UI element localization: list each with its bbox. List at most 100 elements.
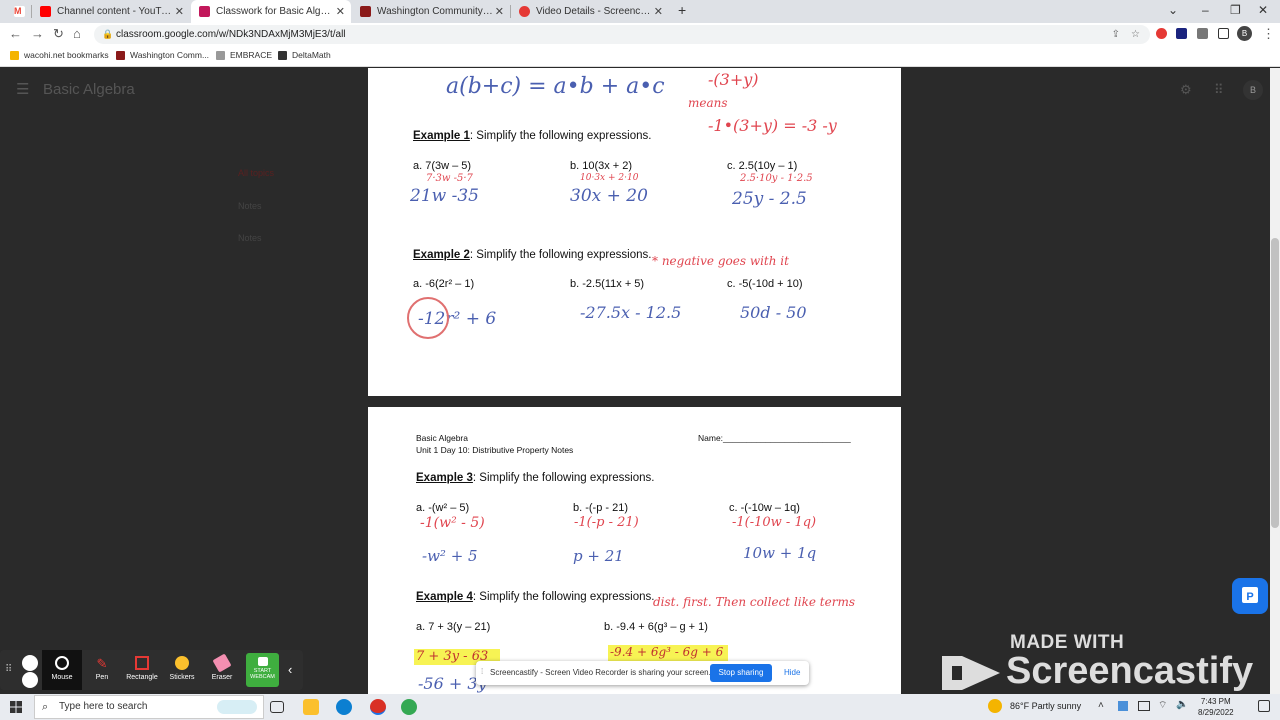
chrome-profile-icon[interactable] — [401, 699, 417, 715]
red-note: dist. first. Then collect like terms — [653, 595, 855, 609]
answer-2b: -27.5x - 12.5 — [580, 303, 682, 322]
pause-icon[interactable] — [22, 655, 38, 671]
page-viewport: ☰ Basic Algebra All topics Notes Notes ⚙… — [0, 68, 1280, 694]
drag-handle-icon[interactable]: ⠿ — [5, 664, 12, 675]
sc-pen-tool[interactable]: ✎ Pen — [82, 650, 122, 690]
volume-icon[interactable]: 🔈 — [1176, 699, 1188, 710]
problem-3b: b. -(-p - 21) — [573, 502, 629, 514]
url-text: classroom.google.com/w/NDk3NDAxMjM3MjE3/… — [116, 29, 346, 40]
answer-1c: 25y - 2.5 — [732, 189, 807, 209]
screencastify-extension-icon[interactable] — [1156, 28, 1167, 39]
name-field: Name:___________________________ — [698, 433, 851, 443]
topic-item[interactable]: Notes — [238, 233, 262, 243]
sc-rectangle-tool[interactable]: Rectangle — [122, 650, 162, 690]
edge-icon[interactable] — [336, 699, 352, 715]
close-tab-icon[interactable]: ✕ — [495, 5, 504, 18]
minimize-icon[interactable]: – — [1202, 3, 1209, 17]
new-tab-button[interactable]: + — [678, 2, 686, 18]
task-view-icon[interactable] — [270, 701, 284, 713]
restore-icon[interactable]: ❐ — [1230, 3, 1241, 17]
close-window-icon[interactable]: ✕ — [1258, 3, 1268, 17]
home-icon[interactable]: ⌂ — [73, 26, 81, 41]
problem-1a: a. 7(3w – 5) — [413, 160, 472, 172]
stop-record-icon[interactable] — [22, 672, 38, 688]
bookmark-deltamath[interactable]: DeltaMath — [278, 50, 331, 60]
problem-4a: a. 7 + 3(y – 21) — [416, 621, 491, 633]
clock-time: 7:43 PM — [1200, 697, 1231, 706]
hide-button[interactable]: Hide — [784, 668, 800, 677]
drag-handle-icon[interactable]: ⁞ — [481, 667, 483, 676]
deltamath-icon — [278, 50, 287, 60]
scrollbar-thumb[interactable] — [1271, 238, 1279, 528]
back-icon[interactable]: ← — [9, 26, 22, 41]
bookmark-folder[interactable]: wacohi.net bookmarks — [10, 50, 109, 60]
address-bar[interactable]: 🔒 classroom.google.com/w/NDk3NDAxMjM3MjE… — [94, 25, 1150, 44]
side-panel-icon[interactable] — [1218, 28, 1229, 39]
taskbar-search-input[interactable]: ⌕ Type here to search — [34, 695, 264, 719]
header-unit: Unit 1 Day 10: Distributive Property Not… — [416, 445, 574, 455]
topic-item[interactable]: Notes — [238, 201, 262, 211]
sc-start-webcam[interactable]: START WEBCAM — [246, 653, 279, 687]
topic-item[interactable]: All topics — [238, 168, 274, 178]
answer-3c: 10w + 1q — [743, 544, 817, 562]
sharing-notification-bar: ⁞ Screencastify - Screen Video Recorder … — [476, 661, 809, 685]
tab-search-icon[interactable]: ⌄ — [1168, 3, 1178, 17]
work-3b: -1(-p - 21) — [574, 515, 639, 530]
bookmark-washington[interactable]: Washington Comm... — [116, 50, 209, 60]
settings-gear-icon[interactable]: ⚙ — [1180, 82, 1194, 97]
problem-3a: a. -(w² – 5) — [416, 502, 470, 514]
pen-icon: ✎ — [96, 656, 108, 671]
apps-grid-icon[interactable]: ⠿ — [1214, 82, 1228, 97]
tab-strip: M Channel content - YouTube Studio ✕ Cla… — [0, 0, 1280, 23]
windows-start-icon[interactable] — [10, 701, 22, 713]
classroom-avatar[interactable]: B — [1243, 80, 1263, 100]
forward-icon[interactable]: → — [31, 26, 44, 41]
tab-washington[interactable]: Washington Community High Sc ✕ — [352, 0, 510, 23]
weather-text[interactable]: 86°F Partly sunny — [1010, 701, 1081, 711]
share-icon[interactable]: ⇪ — [1112, 25, 1120, 44]
tab-youtube-studio[interactable]: Channel content - YouTube Studio ✕ — [32, 0, 190, 23]
bookmark-label: wacohi.net bookmarks — [24, 50, 109, 60]
close-tab-icon[interactable]: ✕ — [336, 5, 345, 18]
menu-icon[interactable]: ⋮ — [1262, 26, 1275, 42]
hamburger-menu-icon[interactable]: ☰ — [16, 80, 29, 98]
sc-mouse-tool[interactable]: Mouse — [42, 650, 82, 690]
sc-eraser-tool[interactable]: Eraser — [202, 650, 242, 690]
bookmark-embrace[interactable]: EMBRACE — [216, 50, 272, 60]
classroom-icon — [199, 6, 210, 17]
reload-icon[interactable]: ↻ — [53, 26, 64, 42]
tab-gmail[interactable]: M — [6, 0, 30, 23]
lock-icon: 🔒 — [102, 29, 114, 39]
svg-text:P: P — [1246, 591, 1253, 603]
chat-button[interactable]: P — [1232, 578, 1268, 614]
bookmark-star-icon[interactable]: ☆ — [1131, 25, 1140, 44]
collapse-chevron-icon[interactable]: ‹ — [288, 662, 292, 677]
example-2-heading: Example 2: Simplify the following expres… — [413, 249, 651, 261]
header-course: Basic Algebra — [416, 433, 468, 443]
show-hidden-icons-icon[interactable]: ˄ — [1098, 700, 1104, 711]
tray-app-icon[interactable] — [1118, 701, 1128, 711]
close-tab-icon[interactable]: ✕ — [175, 5, 184, 18]
tab-screencastify[interactable]: Video Details - Screencastify ✕ — [511, 0, 669, 23]
classroom-title[interactable]: Basic Algebra — [43, 81, 135, 98]
tab-title: Washington Community High Sc — [377, 6, 495, 17]
battery-icon[interactable] — [1138, 701, 1150, 711]
weather-sun-icon — [988, 699, 1002, 713]
extensions-puzzle-icon[interactable] — [1197, 28, 1208, 39]
notifications-icon[interactable] — [1258, 700, 1270, 712]
red-note: means — [688, 96, 728, 110]
example-4-heading: Example 4: Simplify the following expres… — [416, 591, 654, 603]
bookmark-label: Washington Comm... — [130, 50, 210, 60]
chrome-icon[interactable] — [370, 699, 386, 715]
wifi-icon[interactable]: ⌔ — [1158, 699, 1167, 712]
extension-p-icon[interactable] — [1176, 28, 1187, 39]
sc-stickers-tool[interactable]: Stickers — [162, 650, 202, 690]
tab-classwork[interactable]: Classwork for Basic Algebra ✕ — [191, 0, 351, 23]
file-explorer-icon[interactable] — [303, 699, 319, 715]
embrace-icon — [216, 50, 225, 60]
taskbar-clock[interactable]: 7:43 PM 8/29/2022 — [1198, 696, 1234, 718]
profile-avatar[interactable]: B — [1237, 26, 1252, 41]
stop-sharing-button[interactable]: Stop sharing — [710, 664, 772, 682]
close-tab-icon[interactable]: ✕ — [654, 5, 663, 18]
scrollbar[interactable] — [1270, 68, 1280, 694]
